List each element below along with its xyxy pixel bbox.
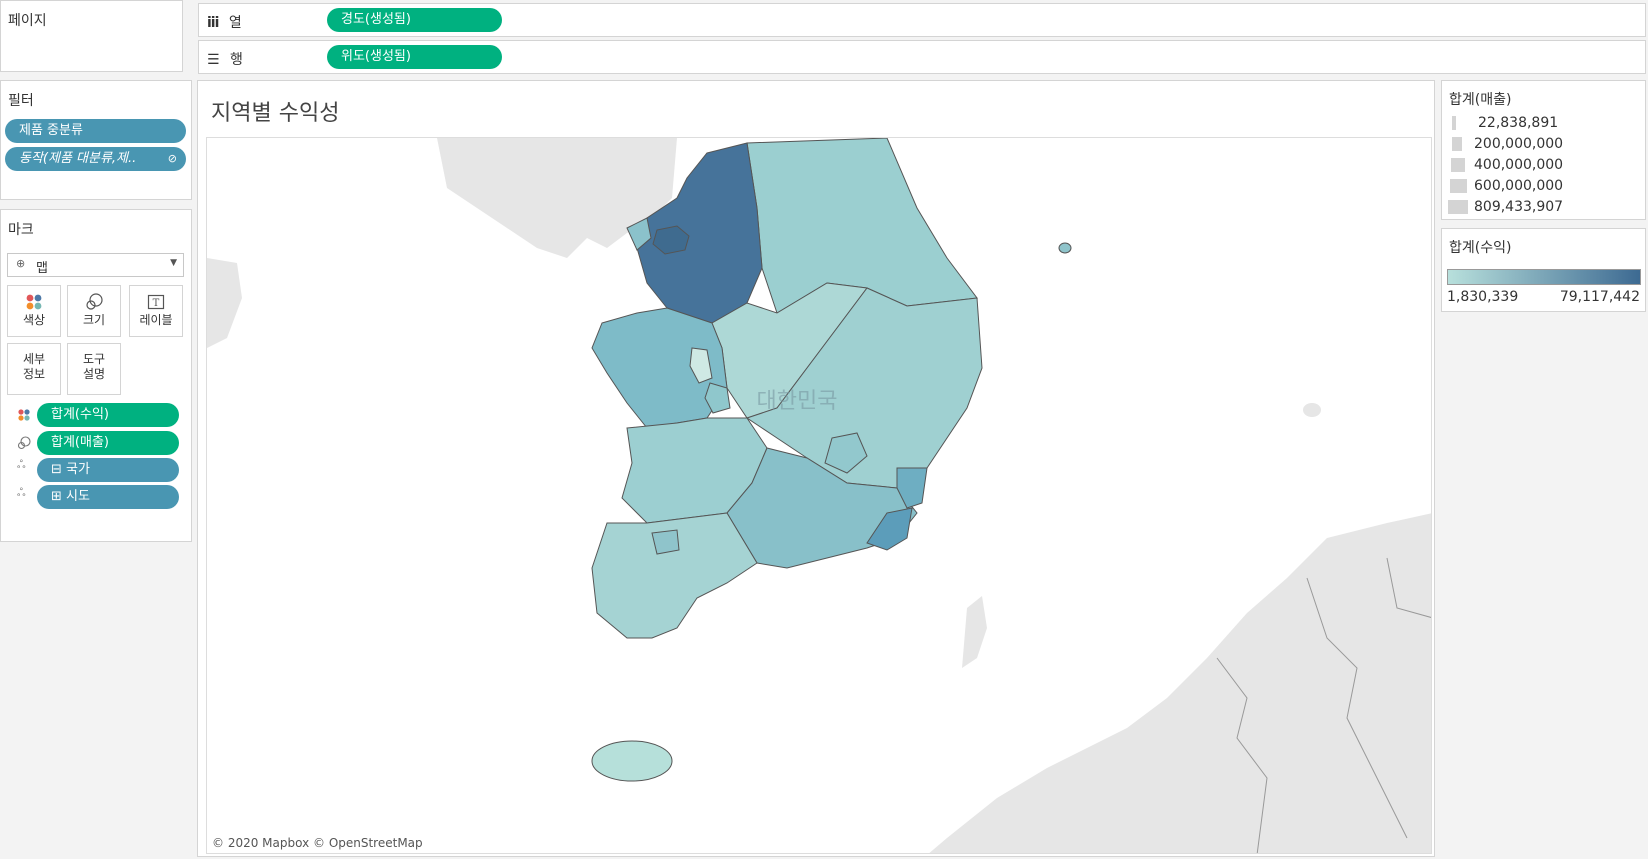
size-swatch: [1451, 158, 1465, 172]
text-label-icon: T: [147, 294, 165, 310]
background-island-tsushima: [962, 596, 987, 668]
legend-profit-max: 79,117,442: [1559, 289, 1640, 305]
size-icon: [17, 436, 31, 450]
map-icon: ⊕: [16, 257, 26, 270]
marks-panel[interactable]: 마크 ⊕ 맵 ▼ 색상 크기 T 레이블 세부 정보 도구 설명 합계(수익) …: [0, 209, 192, 542]
detail-icon: ஃ: [17, 486, 26, 499]
chevron-down-icon: ▼: [170, 258, 177, 268]
svg-text:T: T: [153, 298, 160, 309]
legend-sales-size[interactable]: 합계(매출) 22,838,891 200,000,000 400,000,00…: [1441, 80, 1646, 220]
mark-type-dropdown[interactable]: ⊕ 맵 ▼: [7, 253, 184, 277]
rows-pill-latitude[interactable]: 위도(생성됨): [327, 45, 502, 69]
link-icon: ⊘: [167, 152, 177, 165]
legend-size-row: 600,000,000: [1448, 178, 1563, 194]
country-label: 대한민국: [757, 389, 838, 414]
tooltip-card[interactable]: 도구 설명: [67, 343, 121, 395]
map-attribution: © 2020 Mapbox © OpenStreetMap: [212, 836, 423, 850]
label-card[interactable]: T 레이블: [129, 285, 183, 337]
columns-shelf-label: iii 열: [207, 15, 242, 31]
mark-type-value: 맵: [36, 261, 48, 276]
marks-title: 마크: [8, 222, 34, 238]
size-card[interactable]: 크기: [67, 285, 121, 337]
size-swatch: [1452, 116, 1456, 130]
size-swatch: [1450, 179, 1467, 193]
legend-size-row: 809,433,907: [1448, 199, 1563, 215]
rows-shelf-label: ☰ 행: [207, 52, 243, 68]
filter-pill-product-subcategory[interactable]: 제품 중분류: [5, 119, 186, 143]
columns-pill-longitude[interactable]: 경도(생성됨): [327, 8, 502, 32]
island-dokdo: [1058, 242, 1072, 254]
background-land-japan: [929, 513, 1431, 853]
size-swatch: [1448, 200, 1468, 214]
legend-size-row: 200,000,000: [1448, 136, 1563, 152]
legend-size-row: 22,838,891: [1448, 115, 1558, 131]
pages-panel[interactable]: 페이지: [0, 0, 183, 72]
legend-profit-color[interactable]: 합계(수익) 1,830,339 79,117,442: [1441, 228, 1646, 312]
mark-field-province[interactable]: ⊞ 시도: [37, 485, 179, 509]
size-swatch: [1452, 137, 1462, 151]
columns-shelf[interactable]: iii 열 경도(생성됨): [198, 3, 1646, 37]
mark-field-sum-profit[interactable]: 합계(수익): [37, 403, 179, 427]
detail-icon: ஃ: [17, 458, 26, 471]
color-ramp: [1447, 269, 1641, 285]
filters-title: 필터: [8, 93, 34, 109]
region-jeju: [591, 740, 673, 782]
pages-title: 페이지: [8, 13, 47, 29]
background-land-west: [207, 258, 242, 348]
rows-shelf[interactable]: ☰ 행 위도(생성됨): [198, 40, 1646, 74]
color-card[interactable]: 색상: [7, 285, 61, 337]
mark-field-country[interactable]: ⊟ 국가: [37, 458, 179, 482]
size-icon: [86, 293, 103, 310]
legend-profit-title: 합계(수익): [1449, 240, 1512, 256]
legend-profit-min: 1,830,339: [1447, 289, 1519, 305]
worksheet-view[interactable]: 지역별 수익성 대한민국 © 2020 Mapbox © OpenStreetM…: [197, 80, 1435, 857]
region-gangwon: [746, 138, 978, 314]
rows-icon: ☰: [207, 52, 220, 68]
detail-card[interactable]: 세부 정보: [7, 343, 61, 395]
filter-pill-action[interactable]: 동작(제품 대분류,제.. ⊘: [5, 147, 186, 171]
color-dots-icon: [26, 294, 42, 310]
background-island-ulleung: [1303, 403, 1321, 417]
mark-field-sum-sales[interactable]: 합계(매출): [37, 431, 179, 455]
filters-panel[interactable]: 필터 제품 중분류 동작(제품 대분류,제.. ⊘: [0, 80, 192, 200]
legend-sales-title: 합계(매출): [1449, 92, 1512, 108]
map-area[interactable]: 대한민국 © 2020 Mapbox © OpenStreetMap: [206, 137, 1432, 854]
columns-icon: iii: [207, 15, 219, 31]
map-canvas[interactable]: 대한민국: [207, 138, 1432, 854]
region-gwangju: [651, 529, 680, 555]
legend-size-row: 400,000,000: [1448, 157, 1563, 173]
color-dots-icon: [18, 409, 30, 421]
view-title: 지역별 수익성: [211, 101, 340, 126]
